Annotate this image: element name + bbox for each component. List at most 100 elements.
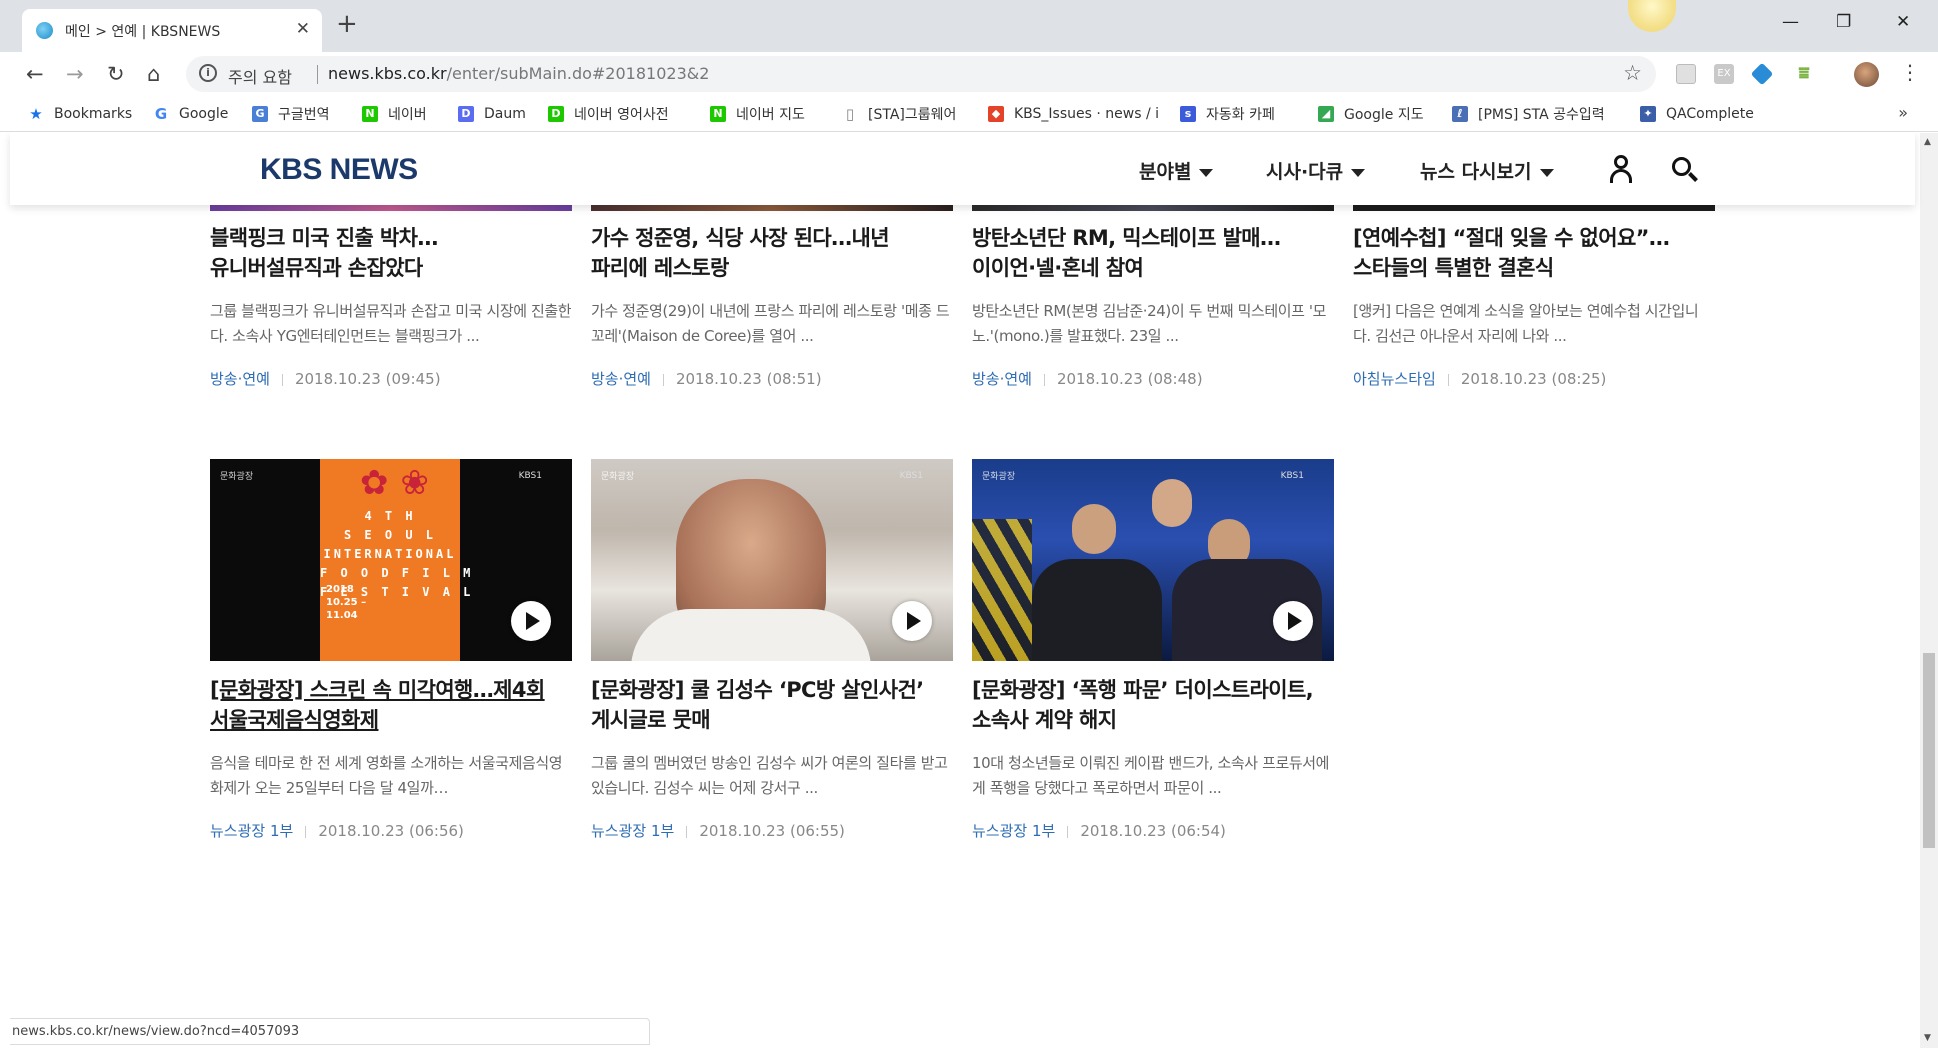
article-summary[interactable]: 음식을 테마로 한 전 세계 영화를 소개하는 서울국제음식영화제가 오는 25… <box>210 751 572 801</box>
play-icon[interactable] <box>1273 601 1313 641</box>
article-thumbnail[interactable]: 문화광장 KBS1 <box>591 459 953 661</box>
article-summary[interactable]: 그룹 쿨의 멤버였던 방송인 김성수 씨가 여론의 질타를 받고 있습니다. 김… <box>591 751 953 801</box>
article-category[interactable]: 뉴스광장 1부 <box>972 822 1055 840</box>
article-summary[interactable]: 10대 청소년들로 이뤄진 케이팝 밴드가, 소속사 프로듀서에게 폭행을 당했… <box>972 751 1334 801</box>
article-meta: 뉴스광장 1부 2018.10.23 (06:54) <box>972 820 1334 841</box>
maps-icon: ◢ <box>1318 106 1334 122</box>
bookmark-star-icon[interactable]: ☆ <box>1623 61 1642 85</box>
search-icon[interactable] <box>1672 157 1698 183</box>
bookmark-item[interactable]: ✦ QAComplete <box>1640 104 1754 124</box>
browser-menu-icon[interactable]: ⋮ <box>1900 60 1920 84</box>
article-category[interactable]: 뉴스광장 1부 <box>210 822 293 840</box>
article-card[interactable]: [문화광장] 스크린 속 미각여행…제4회 서울국제음식영화제 음식을 테마로 한… <box>210 675 572 841</box>
article-title[interactable]: 가수 정준영, 식당 사장 된다…내년 파리에 레스토랑 <box>591 223 953 283</box>
play-icon[interactable] <box>892 601 932 641</box>
ladder-extension-icon[interactable]: ⩸ <box>1794 64 1814 84</box>
article-title[interactable]: [연예수첩] “절대 잊을 수 없어요”… 스타들의 특별한 결혼식 <box>1353 223 1715 283</box>
article-title[interactable]: [문화광장] 스크린 속 미각여행…제4회 서울국제음식영화제 <box>210 675 572 735</box>
ex-extension-icon[interactable]: EX <box>1714 64 1734 84</box>
article-card[interactable]: 가수 정준영, 식당 사장 된다…내년 파리에 레스토랑 가수 정준영(29)이 … <box>591 223 953 389</box>
reload-icon[interactable]: ↻ <box>107 62 125 86</box>
restore-button[interactable]: ❐ <box>1836 12 1851 32</box>
article-thumbnail[interactable] <box>972 204 1334 211</box>
article-summary[interactable]: 그룹 블랙핑크가 유니버설뮤직과 손잡고 미국 시장에 진출한다. 소속사 YG… <box>210 299 572 349</box>
new-tab-button[interactable]: + <box>336 11 358 37</box>
address-bar[interactable]: i 주의 요함 news.kbs.co.kr/enter/subMain.do#… <box>186 56 1656 92</box>
bookmark-item[interactable]: ★ Bookmarks <box>28 104 132 124</box>
naver-icon: N <box>362 106 378 122</box>
article-meta: 뉴스광장 1부 2018.10.23 (06:55) <box>591 820 953 841</box>
omnibox-divider <box>317 65 318 84</box>
bookmark-item[interactable]: ◢ Google 지도 <box>1318 104 1424 124</box>
browser-tab[interactable]: 메인 > 연예 | KBSNEWS ✕ <box>22 9 322 52</box>
article-card[interactable]: 블랙핑크 미국 진출 박차… 유니버설뮤직과 손잡았다 그룹 블랙핑크가 유니버설… <box>210 223 572 389</box>
play-icon[interactable] <box>511 601 551 641</box>
article-card[interactable]: 방탄소년단 RM, 믹스테이프 발매… 이이언·넬·혼네 참여 방탄소년단 RM(… <box>972 223 1334 389</box>
article-card[interactable]: [문화광장] ‘폭행 파문’ 더이스트라이트, 소속사 계약 해지 10대 청소년… <box>972 675 1334 841</box>
bookmarks-more-icon[interactable]: » <box>1898 103 1908 122</box>
bookmark-item[interactable]: G Google <box>153 104 229 124</box>
article-meta: 아침뉴스타임 2018.10.23 (08:25) <box>1353 368 1715 389</box>
naver-icon: N <box>710 106 726 122</box>
bookmark-item[interactable]: D Daum <box>458 104 526 124</box>
article-meta: 뉴스광장 1부 2018.10.23 (06:56) <box>210 820 572 841</box>
article-title[interactable]: [문화광장] ‘폭행 파문’ 더이스트라이트, 소속사 계약 해지 <box>972 675 1334 735</box>
article-category[interactable]: 아침뉴스타임 <box>1353 370 1436 388</box>
article-card[interactable]: [연예수첩] “절대 잊을 수 없어요”… 스타들의 특별한 결혼식 [앵커] 다… <box>1353 223 1715 389</box>
article-title[interactable]: 방탄소년단 RM, 믹스테이프 발매… 이이언·넬·혼네 참여 <box>972 223 1334 283</box>
article-summary[interactable]: [앵커] 다음은 연예계 소식을 알아보는 연예수첩 시간입니다. 김선근 아나… <box>1353 299 1715 349</box>
scroll-down-arrow-icon[interactable]: ▼ <box>1924 1033 1931 1043</box>
pms-icon: ℓ <box>1452 106 1468 122</box>
article-category[interactable]: 방송·연예 <box>972 370 1032 388</box>
article-date: 2018.10.23 (08:25) <box>1460 370 1607 388</box>
window-close-button[interactable]: ✕ <box>1896 12 1910 32</box>
security-warning-label[interactable]: 주의 요함 <box>228 64 292 88</box>
user-icon[interactable] <box>1608 155 1634 183</box>
extension-icon[interactable] <box>1676 64 1696 84</box>
bookmark-item[interactable]: ▯ [STA]그룹웨어 <box>842 104 957 124</box>
scrollbar-thumb[interactable] <box>1923 653 1935 848</box>
bookmark-item[interactable]: G 구글번역 <box>252 104 330 124</box>
menu-category[interactable]: 분야별 <box>1139 157 1214 184</box>
tab-close-icon[interactable]: ✕ <box>296 19 310 39</box>
daum-icon: D <box>458 106 474 122</box>
home-icon[interactable]: ⌂ <box>147 62 160 86</box>
article-category[interactable]: 방송·연예 <box>210 370 270 388</box>
back-arrow-icon[interactable]: ← <box>26 62 44 86</box>
tab-strip: 메인 > 연예 | KBSNEWS ✕ + — ❐ ✕ <box>0 0 1938 52</box>
article-title[interactable]: [문화광장] 쿨 김성수 ‘PC방 살인사건’ 게시글로 뭇매 <box>591 675 953 735</box>
menu-current-affairs[interactable]: 시사·다큐 <box>1266 157 1366 184</box>
bookmark-item[interactable]: N 네이버 <box>362 104 427 124</box>
translate-icon: G <box>252 106 268 122</box>
menu-news-replay[interactable]: 뉴스 다시보기 <box>1420 157 1554 184</box>
bookmark-item[interactable]: s 자동화 카페 <box>1180 104 1275 124</box>
article-thumbnail[interactable]: 문화광장 KBS1 <box>972 459 1334 661</box>
bookmark-item[interactable]: ◆ KBS_Issues · news / i <box>988 104 1159 124</box>
article-summary[interactable]: 가수 정준영(29)이 내년에 프랑스 파리에 레스토랑 '메종 드 꼬레'(M… <box>591 299 953 349</box>
profile-avatar[interactable] <box>1854 62 1879 87</box>
article-summary[interactable]: 방탄소년단 RM(본명 김남준·24)이 두 번째 믹스테이프 '모노.'(mo… <box>972 299 1334 349</box>
article-thumbnail[interactable]: 문화광장 KBS1 ✿ ❀ 4 T H S E O U L INTERNATIO… <box>210 459 572 661</box>
article-thumbnail[interactable] <box>1353 204 1715 211</box>
bookmark-item[interactable]: D 네이버 영어사전 <box>548 104 669 124</box>
article-category[interactable]: 방송·연예 <box>591 370 651 388</box>
poster-illustration: ✿ ❀ <box>360 463 429 503</box>
minimize-button[interactable]: — <box>1782 12 1799 32</box>
article-card[interactable]: [문화광장] 쿨 김성수 ‘PC방 살인사건’ 게시글로 뭇매 그룹 쿨의 멤버였… <box>591 675 953 841</box>
diamond-extension-icon[interactable] <box>1750 62 1774 86</box>
bookmark-label: Google <box>179 106 229 122</box>
bookmark-item[interactable]: N 네이버 지도 <box>710 104 805 124</box>
forward-arrow-icon[interactable]: → <box>66 62 84 86</box>
article-title[interactable]: 블랙핑크 미국 진출 박차… 유니버설뮤직과 손잡았다 <box>210 223 572 283</box>
scroll-up-arrow-icon[interactable]: ▲ <box>1924 137 1931 147</box>
article-thumbnail[interactable] <box>591 204 953 211</box>
kbs-news-logo[interactable]: KBS NEWS <box>260 153 418 187</box>
article-thumbnail[interactable] <box>210 204 572 211</box>
bookmark-item[interactable]: ℓ [PMS] STA 공수입력 <box>1452 104 1605 124</box>
article-category[interactable]: 뉴스광장 1부 <box>591 822 674 840</box>
page-scrollbar[interactable]: ▲ ▼ <box>1920 133 1938 1048</box>
url-text[interactable]: news.kbs.co.kr/enter/subMain.do#20181023… <box>328 64 709 83</box>
theme-sun-decoration <box>1628 0 1676 32</box>
site-info-icon[interactable]: i <box>199 64 217 82</box>
bookmark-label: 자동화 카페 <box>1206 107 1275 123</box>
